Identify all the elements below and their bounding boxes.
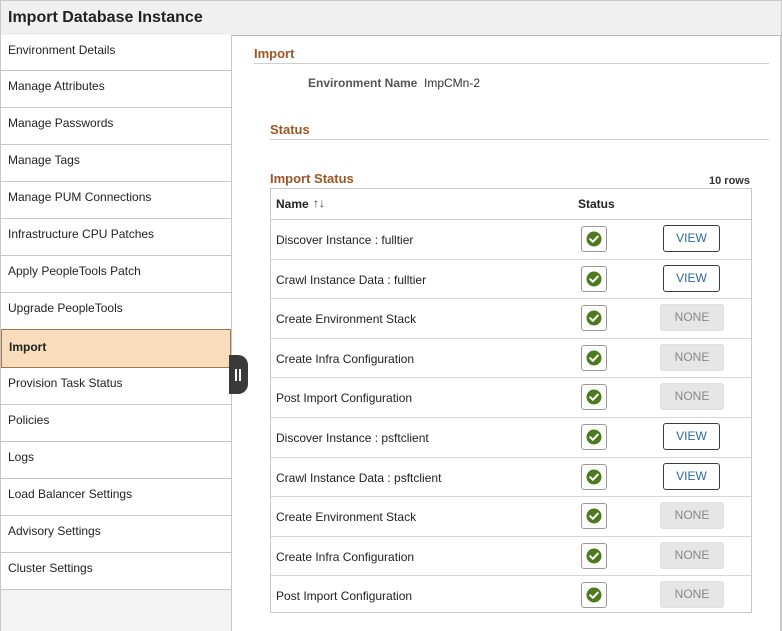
sidebar-item-cluster-settings[interactable]: Cluster Settings	[1, 553, 231, 590]
none-button: NONE	[660, 581, 724, 609]
task-name: Crawl Instance Data : fulltier	[276, 272, 427, 287]
none-button: NONE	[660, 343, 724, 371]
row-count: 10 rows	[709, 175, 750, 187]
none-button: NONE	[660, 304, 724, 332]
sidebar-item-environment-details[interactable]: Environment Details	[1, 35, 231, 71]
sidebar-item-infrastructure-cpu-patches[interactable]: Infrastructure CPU Patches	[1, 219, 231, 256]
view-button[interactable]: VIEW	[663, 422, 720, 450]
none-button: NONE	[660, 502, 724, 530]
table-row: Discover Instance : fulltier VIEW	[271, 220, 751, 260]
check-circle-icon	[586, 271, 602, 287]
status-indicator[interactable]	[581, 503, 607, 530]
import-status-grid: Name ↑↓ Status Discover Instance : fullt…	[270, 188, 752, 613]
sidebar-item-advisory-settings[interactable]: Advisory Settings	[1, 516, 231, 553]
page-header: Import Database Instance	[0, 0, 782, 36]
task-name: Crawl Instance Data : psftclient	[276, 470, 442, 485]
page-title: Import Database Instance	[8, 9, 203, 26]
status-indicator[interactable]	[581, 384, 607, 411]
view-button[interactable]: VIEW	[663, 225, 720, 252]
sidebar-item-logs[interactable]: Logs	[1, 442, 231, 479]
sort-icon[interactable]: ↑↓	[313, 196, 325, 210]
status-indicator[interactable]	[581, 582, 607, 609]
sidebar-nav: Environment Details Manage Attributes Ma…	[0, 35, 232, 631]
status-indicator[interactable]	[581, 344, 607, 371]
check-circle-icon	[586, 310, 602, 326]
view-button[interactable]: VIEW	[663, 264, 720, 292]
check-circle-icon	[586, 548, 602, 564]
environment-name-label: Environment Name	[308, 76, 418, 90]
table-row: Create Environment Stack NONE	[271, 497, 751, 537]
divider	[270, 139, 769, 140]
check-circle-icon	[586, 587, 602, 603]
task-name: Discover Instance : psftclient	[276, 430, 429, 445]
task-name: Post Import Configuration	[276, 589, 413, 604]
column-header-status: Status	[578, 197, 615, 211]
table-row: Crawl Instance Data : psftclient VIEW	[271, 458, 751, 498]
table-row: Crawl Instance Data : fulltier VIEW	[271, 260, 751, 300]
task-name: Post Import Configuration	[276, 391, 413, 406]
status-section-heading: Status	[270, 122, 310, 137]
check-circle-icon	[586, 429, 602, 445]
main-content: Import Environment Name ImpCMn-2 Status …	[231, 35, 779, 631]
table-row: Create Infra Configuration NONE	[271, 537, 751, 577]
table-row: Discover Instance : psftclient VIEW	[271, 418, 751, 458]
table-row: Post Import Configuration NONE	[271, 576, 751, 616]
check-circle-icon	[586, 350, 602, 366]
task-name: Create Infra Configuration	[276, 351, 415, 366]
sidebar-item-import[interactable]: Import	[1, 329, 231, 368]
status-indicator[interactable]	[581, 542, 607, 569]
task-name: Create Infra Configuration	[276, 549, 415, 564]
check-circle-icon	[586, 389, 602, 405]
column-header-name[interactable]: Name	[276, 197, 309, 211]
status-indicator[interactable]	[581, 463, 607, 490]
sidebar-item-provision-task-status[interactable]: Provision Task Status	[1, 368, 231, 405]
import-section-heading: Import	[254, 46, 295, 61]
status-indicator[interactable]	[581, 226, 607, 252]
check-circle-icon	[586, 231, 602, 247]
sidebar-item-load-balancer-settings[interactable]: Load Balancer Settings	[1, 479, 231, 516]
check-circle-icon	[586, 508, 602, 524]
table-row: Create Infra Configuration NONE	[271, 339, 751, 379]
environment-name-value: ImpCMn-2	[424, 76, 481, 90]
view-button[interactable]: VIEW	[663, 462, 720, 490]
sidebar-item-manage-passwords[interactable]: Manage Passwords	[1, 108, 231, 145]
sidebar-item-upgrade-peopletools[interactable]: Upgrade PeopleTools	[1, 293, 231, 330]
divider	[254, 63, 769, 64]
sidebar-item-manage-attributes[interactable]: Manage Attributes	[1, 71, 231, 108]
table-row: Create Environment Stack NONE	[271, 299, 751, 339]
none-button: NONE	[660, 383, 724, 411]
task-name: Discover Instance : fulltier	[276, 233, 414, 247]
check-circle-icon	[586, 469, 602, 485]
grid-header-row: Name ↑↓ Status	[271, 189, 751, 220]
status-indicator[interactable]	[581, 265, 607, 292]
sidebar-item-apply-peopletools-patch[interactable]: Apply PeopleTools Patch	[1, 256, 231, 293]
sidebar-item-manage-tags[interactable]: Manage Tags	[1, 145, 231, 182]
none-button: NONE	[660, 541, 724, 569]
task-name: Create Environment Stack	[276, 312, 417, 327]
table-row: Post Import Configuration NONE	[271, 378, 751, 418]
status-indicator[interactable]	[581, 423, 607, 450]
sidebar-item-manage-pum-connections[interactable]: Manage PUM Connections	[1, 182, 231, 219]
status-indicator[interactable]	[581, 305, 607, 332]
grid-title: Import Status	[270, 171, 354, 186]
task-name: Create Environment Stack	[276, 510, 417, 525]
sidebar-item-policies[interactable]: Policies	[1, 405, 231, 442]
